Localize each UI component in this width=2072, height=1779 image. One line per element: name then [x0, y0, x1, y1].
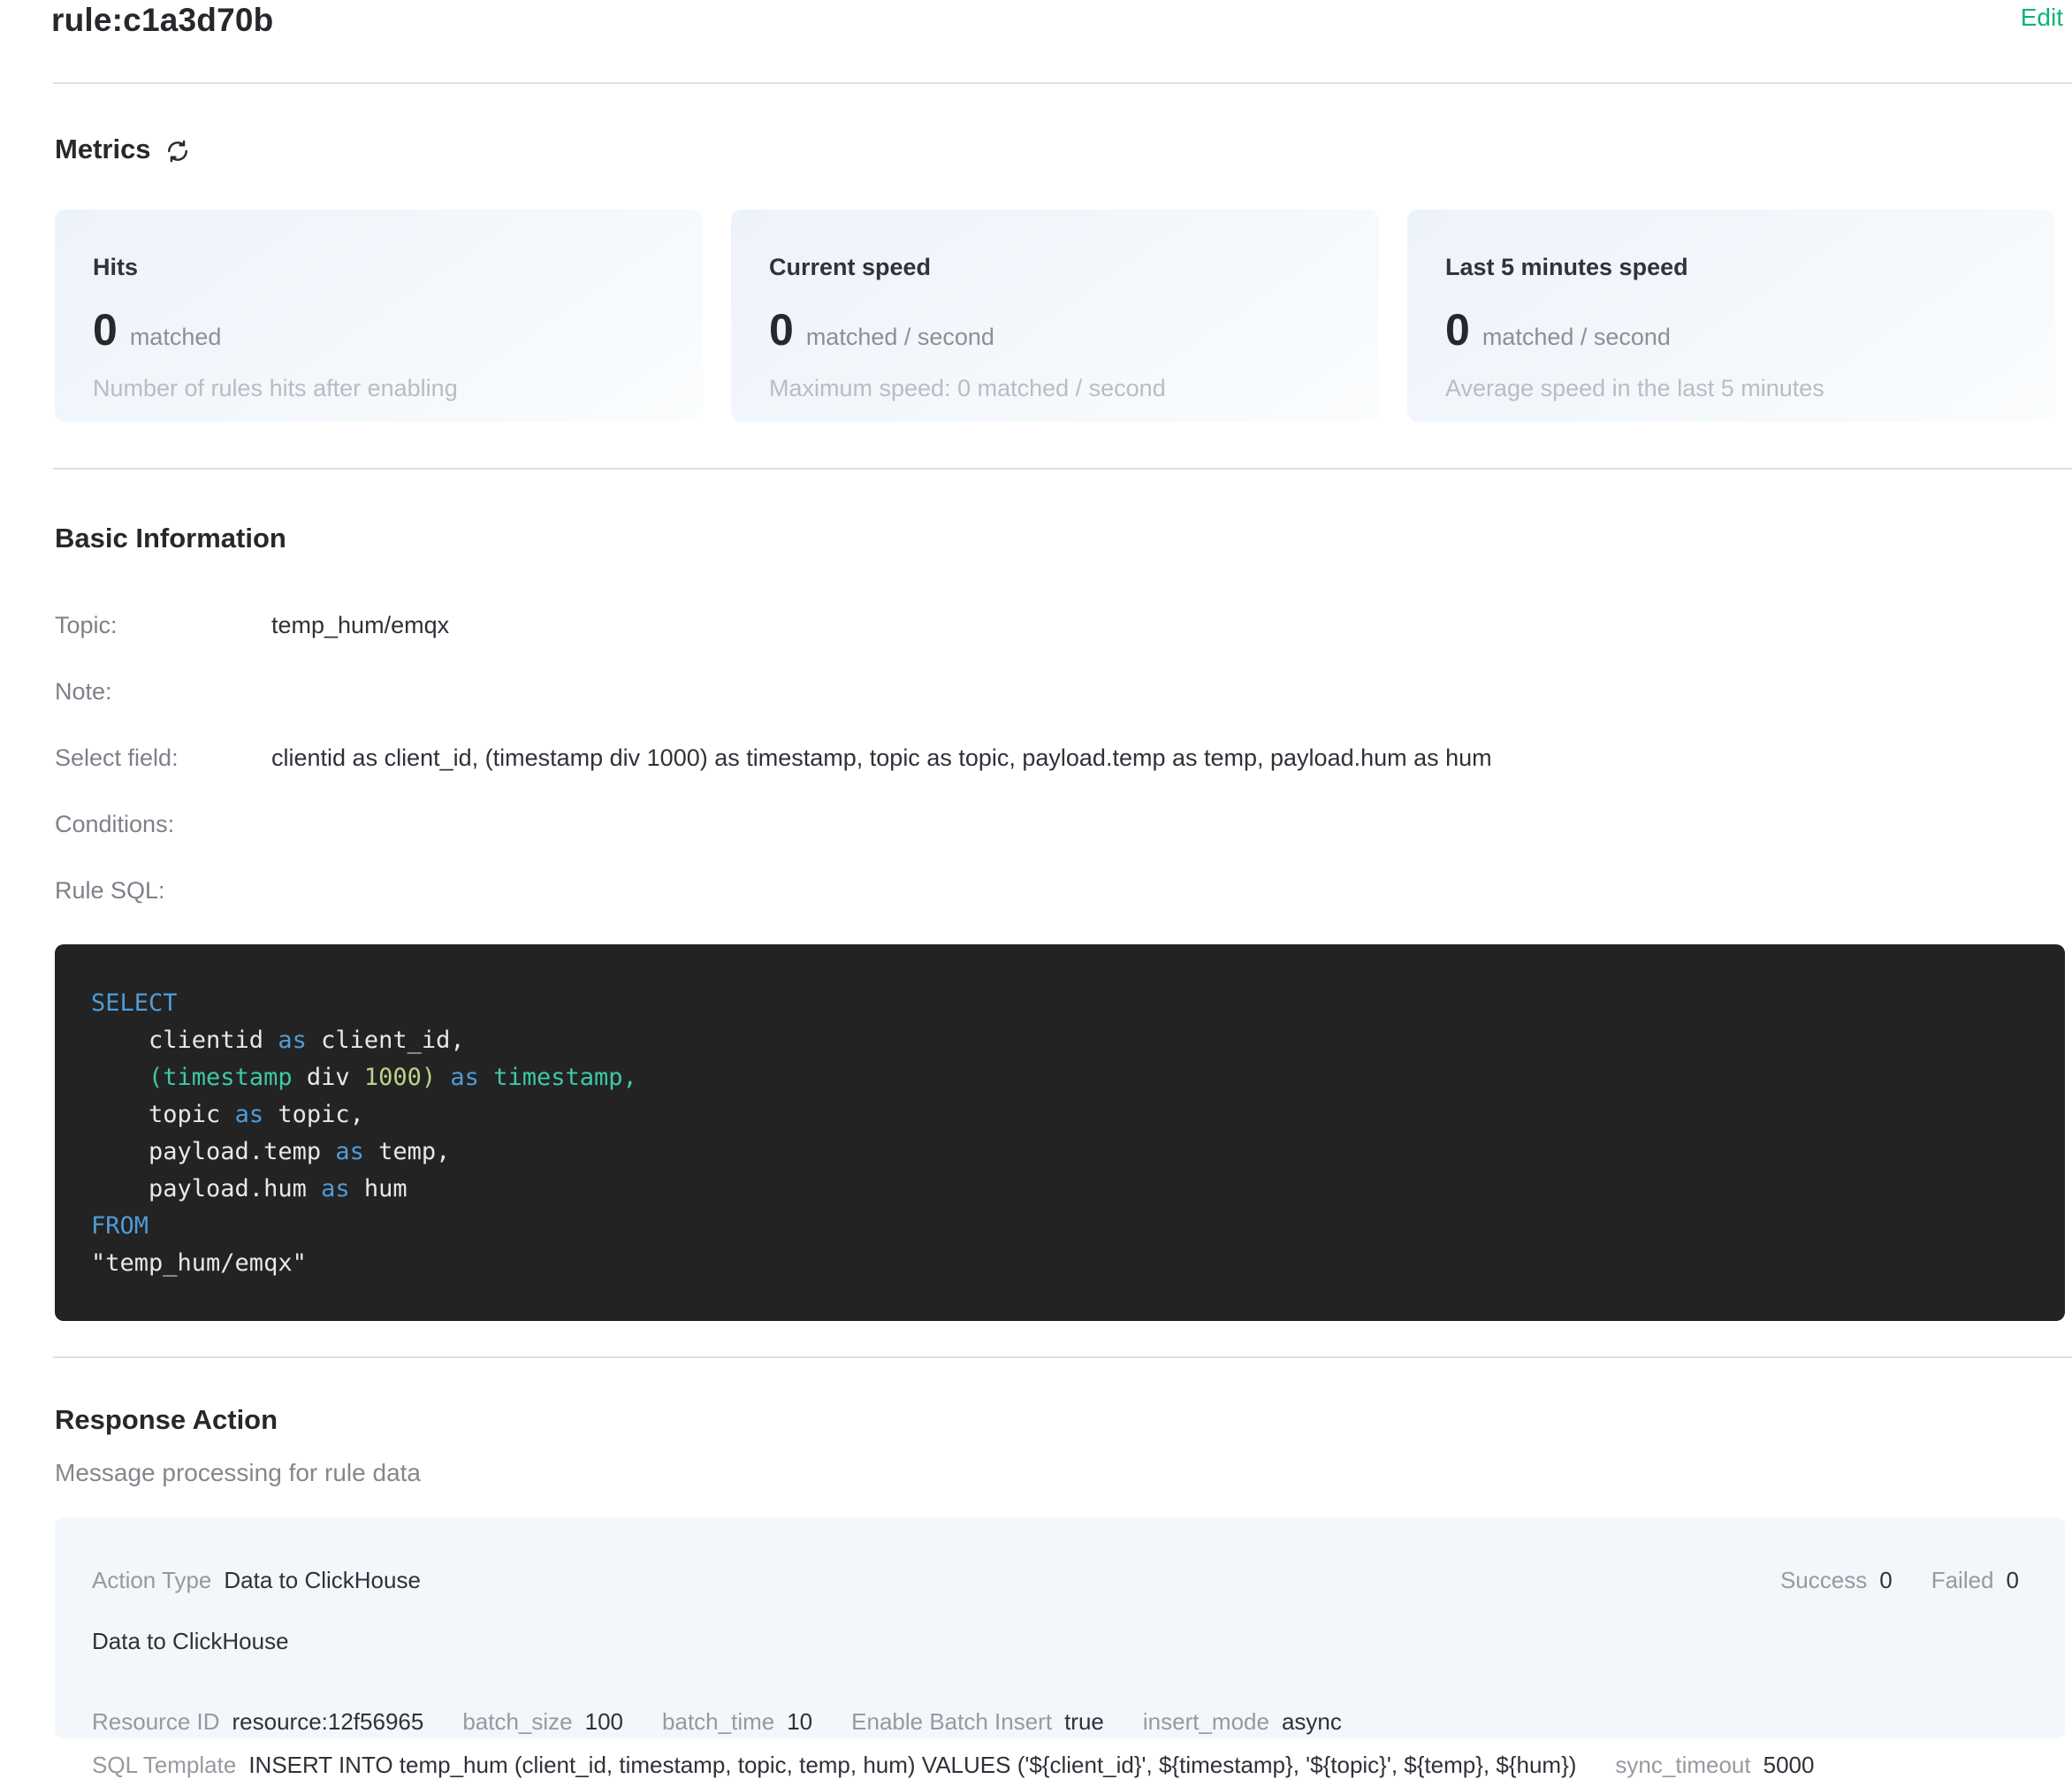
param-sync-timeout: sync_timeout 5000	[1615, 1752, 1814, 1779]
info-row-topic: Topic: temp_hum/emqx	[55, 613, 2072, 638]
code-line: clientid as client_id,	[91, 1022, 2030, 1059]
action-card: Action Type Data to ClickHouse Success 0…	[55, 1517, 2065, 1738]
code-line: "temp_hum/emqx"	[91, 1245, 2030, 1282]
info-row-select-field: Select field: clientid as client_id, (ti…	[55, 745, 2072, 770]
param-label: insert_mode	[1143, 1708, 1269, 1736]
metric-title: Last 5 minutes speed	[1445, 254, 2018, 281]
info-value: clientid as client_id, (timestamp div 10…	[271, 745, 1492, 770]
metric-unit: matched / second	[1482, 324, 1671, 351]
metric-value: 0	[1445, 304, 1470, 355]
metric-cards-row: Hits 0 matched Number of rules hits afte…	[55, 210, 2068, 422]
code-line: topic as topic,	[91, 1096, 2030, 1134]
metric-card-current-speed: Current speed 0 matched / second Maximum…	[731, 210, 1379, 422]
metric-caption: Average speed in the last 5 minutes	[1445, 375, 2018, 402]
page-header: rule:c1a3d70b Edit	[0, 0, 2072, 82]
param-label: sync_timeout	[1615, 1752, 1750, 1779]
action-type-row: Action Type Data to ClickHouse Success 0…	[92, 1567, 2019, 1594]
rule-sql-code: SELECT clientid as client_id, (timestamp…	[55, 944, 2065, 1321]
metric-card-hits: Hits 0 matched Number of rules hits afte…	[55, 210, 703, 422]
param-label: SQL Template	[92, 1752, 236, 1779]
failed-label: Failed	[1931, 1567, 1994, 1594]
action-type-pair: Action Type Data to ClickHouse	[92, 1567, 421, 1594]
param-value: 100	[585, 1708, 623, 1736]
param-batch-time: batch_time 10	[662, 1708, 812, 1736]
param-label: Enable Batch Insert	[851, 1708, 1052, 1736]
response-action-heading-label: Response Action	[55, 1404, 278, 1436]
metrics-divider	[53, 468, 2072, 470]
info-label: Topic:	[55, 613, 271, 638]
metric-value-row: 0 matched / second	[769, 304, 1342, 355]
sql-divider	[53, 1356, 2072, 1358]
param-value: async	[1282, 1708, 1342, 1736]
param-value: resource:12f56965	[232, 1708, 424, 1736]
success-label: Success	[1780, 1567, 1867, 1594]
param-label: Resource ID	[92, 1708, 220, 1736]
info-row-rule-sql: Rule SQL:	[55, 878, 2072, 903]
metric-value: 0	[769, 304, 794, 355]
metric-card-last5min-speed: Last 5 minutes speed 0 matched / second …	[1407, 210, 2055, 422]
failed-pair: Failed 0	[1931, 1567, 2019, 1594]
info-label: Rule SQL:	[55, 878, 271, 903]
info-row-conditions: Conditions:	[55, 812, 2072, 836]
code-line: (timestamp div 1000) as timestamp,	[91, 1059, 2030, 1096]
code-line: payload.hum as hum	[91, 1171, 2030, 1208]
action-params-row: Resource ID resource:12f56965 batch_size…	[92, 1708, 2019, 1736]
refresh-icon[interactable]	[164, 137, 192, 165]
response-action-subtitle: Message processing for rule data	[55, 1459, 2072, 1487]
param-enable-batch-insert: Enable Batch Insert true	[851, 1708, 1104, 1736]
param-label: batch_time	[662, 1708, 774, 1736]
param-value: INSERT INTO temp_hum (client_id, timesta…	[248, 1752, 1576, 1779]
rule-detail-page: rule:c1a3d70b Edit Metrics Hits 0 matche…	[0, 0, 2072, 1724]
param-label: batch_size	[462, 1708, 572, 1736]
metric-value-row: 0 matched	[93, 304, 666, 355]
basic-info-rows: Topic: temp_hum/emqx Note: Select field:…	[55, 613, 2072, 903]
response-action-heading: Response Action	[55, 1404, 2072, 1436]
param-batch-size: batch_size 100	[462, 1708, 623, 1736]
metric-value: 0	[93, 304, 118, 355]
action-params-row-2: SQL Template INSERT INTO temp_hum (clien…	[92, 1752, 2019, 1779]
action-stats: Success 0 Failed 0	[1780, 1567, 2019, 1594]
info-label: Note:	[55, 679, 271, 704]
failed-count: 0	[2007, 1567, 2019, 1594]
basic-info-heading: Basic Information	[55, 523, 2072, 554]
metric-unit: matched / second	[806, 324, 994, 351]
edit-link[interactable]: Edit	[2021, 4, 2063, 32]
success-pair: Success 0	[1780, 1567, 1893, 1594]
header-divider	[53, 82, 2072, 84]
action-type-value: Data to ClickHouse	[224, 1567, 421, 1594]
param-value: 10	[787, 1708, 812, 1736]
info-label: Select field:	[55, 745, 271, 770]
param-insert-mode: insert_mode async	[1143, 1708, 1342, 1736]
metric-value-row: 0 matched / second	[1445, 304, 2018, 355]
metrics-heading-label: Metrics	[55, 134, 151, 165]
code-line: payload.temp as temp,	[91, 1134, 2030, 1171]
param-value: 5000	[1763, 1752, 1815, 1779]
metric-caption: Number of rules hits after enabling	[93, 375, 666, 402]
metrics-section-heading: Metrics	[55, 134, 2072, 165]
basic-info-heading-label: Basic Information	[55, 523, 286, 554]
param-value: true	[1064, 1708, 1104, 1736]
code-line: FROM	[91, 1208, 2030, 1245]
code-line: SELECT	[91, 985, 2030, 1022]
info-value: temp_hum/emqx	[271, 613, 449, 638]
action-name: Data to ClickHouse	[92, 1628, 2019, 1655]
success-count: 0	[1879, 1567, 1892, 1594]
info-label: Conditions:	[55, 812, 271, 836]
action-type-label: Action Type	[92, 1567, 211, 1594]
metric-title: Hits	[93, 254, 666, 281]
param-sql-template: SQL Template INSERT INTO temp_hum (clien…	[92, 1752, 1576, 1779]
page-title: rule:c1a3d70b	[51, 2, 273, 39]
metric-title: Current speed	[769, 254, 1342, 281]
metric-unit: matched	[130, 324, 222, 351]
param-resource-id: Resource ID resource:12f56965	[92, 1708, 423, 1736]
info-row-note: Note:	[55, 679, 2072, 704]
metric-caption: Maximum speed: 0 matched / second	[769, 375, 1342, 402]
